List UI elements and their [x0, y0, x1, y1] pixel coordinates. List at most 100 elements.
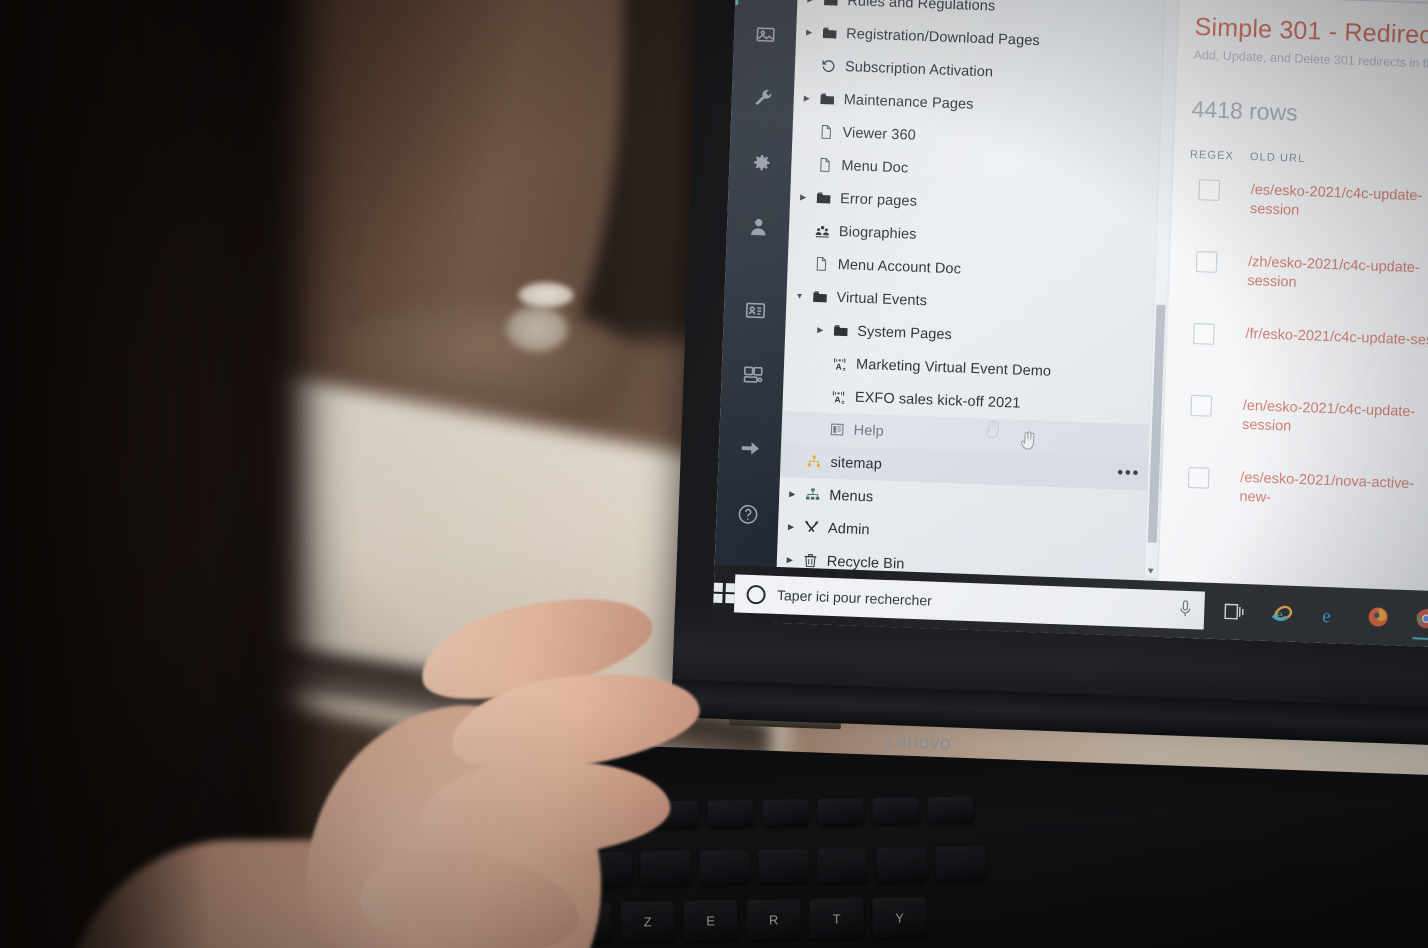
page-subtitle: Add, Update, and Delete 301 redirects in…	[1193, 47, 1428, 72]
chevron-right-icon[interactable]: ▶	[803, 0, 817, 4]
tools-icon	[798, 519, 825, 537]
start-button[interactable]	[713, 582, 735, 604]
key-f6[interactable]	[817, 798, 864, 825]
taskbar-search-input[interactable]: Taper ici pour rechercher	[733, 574, 1205, 630]
key-f7[interactable]	[872, 797, 919, 825]
chrome-icon[interactable]	[1403, 595, 1428, 643]
gear-icon	[753, 154, 770, 170]
desk-lamp-highlight	[506, 306, 568, 352]
laptop: ▶Policies▶Rules and Regulations▶Registra…	[510, 0, 1428, 948]
microphone-icon[interactable]	[1177, 599, 1192, 620]
key-e[interactable]: E	[683, 899, 738, 941]
folder-icon	[822, 27, 837, 39]
chevron-right-icon[interactable]: ▶	[800, 93, 814, 103]
caret-spacer	[812, 363, 826, 364]
people-icon	[815, 225, 829, 238]
key-y[interactable]: Y	[872, 896, 927, 938]
chevron-right-icon[interactable]: ▶	[802, 27, 816, 37]
tools-icon	[804, 520, 818, 533]
key-r[interactable]: R	[746, 898, 801, 940]
regex-checkbox[interactable]	[1193, 323, 1215, 345]
sitemap-icon	[800, 453, 827, 471]
foreground-person-silhouette	[0, 0, 300, 948]
caret-spacer	[799, 131, 813, 132]
rail-item-help[interactable]	[716, 485, 780, 543]
row-count-label: 4418 rows	[1191, 95, 1299, 126]
column-header-old-url: OLD URL	[1249, 150, 1306, 166]
rail-item-forms[interactable]	[721, 345, 785, 403]
key-apos[interactable]	[758, 848, 809, 884]
row-actions-menu[interactable]: •••	[1117, 464, 1140, 483]
key-paren[interactable]	[817, 848, 868, 883]
tree-item-label: Admin	[827, 520, 870, 538]
table-row[interactable]: /zh/esko-2021/c4c-update-session	[1184, 239, 1428, 322]
table-row[interactable]: /es/esko-2021/nova-active-new-	[1176, 455, 1428, 538]
chevron-right-icon[interactable]: ▶	[784, 522, 798, 532]
rail-item-media[interactable]	[733, 5, 797, 63]
tree-item-label: Viewer 360	[842, 124, 917, 144]
rail-item-users[interactable]	[726, 197, 790, 255]
key-eacute[interactable]	[640, 850, 691, 886]
folder-icon	[817, 0, 844, 9]
old-url-cell[interactable]: /en/esko-2021/c4c-update-session	[1242, 397, 1428, 443]
old-url-cell[interactable]: /es/esko-2021/c4c-update-session	[1250, 181, 1428, 227]
tree-item-label: sitemap	[830, 454, 883, 473]
rail-item-settings[interactable]	[728, 133, 792, 191]
rail-item-redirects[interactable]	[718, 419, 782, 477]
broadcast-icon: A	[826, 355, 853, 373]
key-f5[interactable]	[762, 799, 809, 826]
arrow-right-icon	[741, 441, 759, 455]
page-title: Simple 301 - Redirect Manager	[1194, 12, 1428, 54]
redirects-table: REGEX OLD URL /es/esko-2021/c4c-update-s…	[1176, 149, 1428, 538]
tree-item-label: Menu Account Doc	[837, 256, 962, 277]
chevron-down-icon[interactable]: ▼	[792, 291, 806, 301]
rail-item-contacts[interactable]	[723, 281, 787, 339]
old-url-cell[interactable]: /es/esko-2021/nova-active-new-	[1239, 469, 1428, 515]
folder-icon	[823, 0, 838, 6]
chevron-right-icon[interactable]: ▶	[785, 489, 799, 499]
key-t[interactable]: T	[809, 897, 864, 939]
caret-spacer	[801, 65, 815, 66]
ghost-cursor-icon	[985, 420, 999, 439]
regex-checkbox[interactable]	[1198, 179, 1221, 201]
tree-item-label: Menu Doc	[841, 157, 909, 176]
chevron-right-icon[interactable]: ▶	[813, 325, 827, 335]
key-quote[interactable]	[699, 849, 750, 885]
tree-item-label: Rules and Regulations	[847, 0, 996, 15]
folder-icon	[806, 288, 833, 306]
table-row[interactable]: /en/esko-2021/c4c-update-session	[1179, 383, 1428, 466]
running-indicator	[1411, 637, 1428, 641]
content-tree-panel: ▶Policies▶Rules and Regulations▶Registra…	[774, 0, 1182, 637]
key-f4[interactable]	[707, 799, 754, 827]
regex-checkbox[interactable]	[1190, 394, 1213, 417]
internet-explorer-icon[interactable]: e	[1259, 590, 1305, 638]
broadcast-icon: A	[825, 388, 852, 406]
table-row[interactable]: /es/esko-2021/c4c-update-session	[1187, 167, 1428, 250]
document-icon	[819, 157, 830, 172]
rail-item-tools[interactable]	[731, 69, 795, 127]
chevron-right-icon[interactable]: ▶	[783, 555, 797, 565]
chevron-right-icon[interactable]: ▶	[796, 192, 810, 202]
hand-cursor-icon	[1020, 431, 1035, 450]
old-url-cell[interactable]: /zh/esko-2021/c4c-update-session	[1247, 253, 1428, 299]
caret-spacer	[795, 230, 809, 231]
scroll-down-arrow-icon[interactable]	[1147, 568, 1154, 574]
key-egrave[interactable]	[935, 846, 986, 881]
help-icon	[738, 504, 757, 524]
regex-checkbox[interactable]	[1195, 251, 1218, 273]
key-dash[interactable]	[876, 847, 927, 882]
table-row[interactable]: /fr/esko-2021/c4c-update-session	[1182, 311, 1428, 394]
firefox-icon[interactable]	[1355, 593, 1401, 641]
photo-scene: ▶Policies▶Rules and Regulations▶Registra…	[0, 0, 1428, 948]
key-f8[interactable]	[927, 796, 974, 824]
broadcast-icon: A	[832, 390, 844, 405]
old-url-cell[interactable]: /fr/esko-2021/c4c-update-session	[1245, 325, 1428, 352]
document-icon	[811, 156, 838, 174]
edge-icon[interactable]: e	[1307, 591, 1353, 639]
regex-checkbox[interactable]	[1187, 466, 1210, 489]
key-z[interactable]: Z	[620, 900, 675, 942]
tree-item-label: Help	[853, 422, 885, 440]
folder-icon	[827, 322, 854, 340]
task-view-icon[interactable]	[1211, 588, 1257, 636]
desk-lamp-sparkle	[518, 282, 574, 308]
